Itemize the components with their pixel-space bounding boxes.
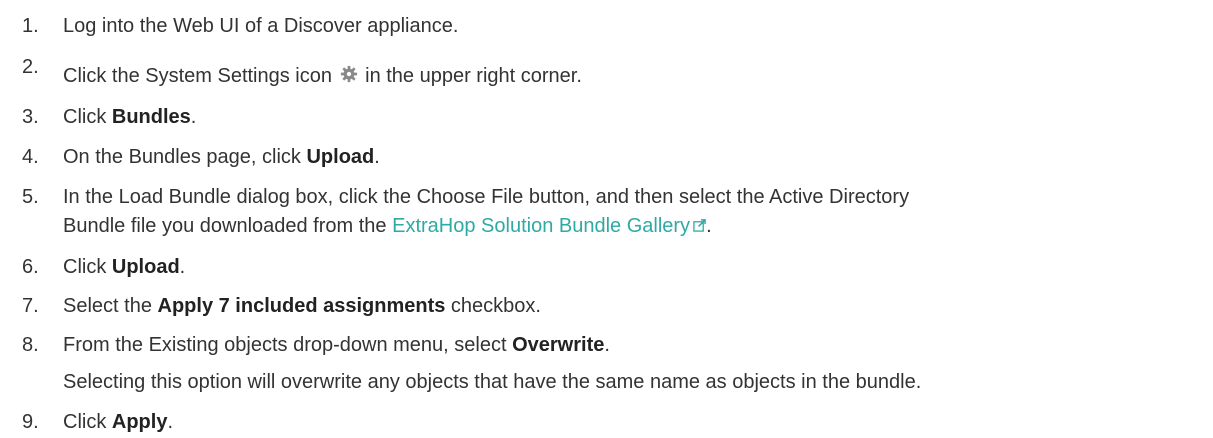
step-text: In the Load Bundle dialog box, click the…: [63, 181, 1203, 242]
step-text-after: .: [374, 146, 380, 168]
step-text-after: checkbox.: [445, 295, 541, 317]
step-text-before: On the Bundles page, click: [63, 146, 307, 168]
ui-label: Upload: [111, 256, 180, 278]
step-text: Select the Apply 7 included assignments …: [63, 290, 1203, 322]
step-text-before: Click the System Settings icon: [63, 65, 332, 87]
step-number: 8.: [22, 334, 39, 356]
step-text-line-1: In the Load Bundle dialog box, click the…: [63, 186, 910, 208]
step-text: Click Bundles.: [63, 101, 1203, 133]
step-text-after: .: [179, 256, 186, 278]
step-number: 5.: [22, 186, 39, 208]
step-text: On the Bundles page, click Upload.: [63, 141, 1203, 173]
ui-label: Apply 7 included assignments: [157, 295, 446, 317]
step-number: 6.: [22, 256, 39, 278]
step-text: Click the System Settings icon in the up…: [63, 60, 1203, 92]
gear-icon: [340, 61, 358, 83]
step-text-after: .: [706, 215, 712, 237]
external-link-icon[interactable]: [693, 210, 706, 232]
step-text-after: in the upper right corner.: [359, 65, 582, 87]
step-text-line-2: Bundle file you downloaded from the Extr…: [63, 210, 1203, 242]
step-text-after: .: [167, 411, 174, 433]
step-number: 3.: [22, 106, 39, 128]
step-text: From the Existing objects drop-down menu…: [63, 329, 1203, 361]
step-number: 4.: [22, 146, 39, 168]
step-text: Click Upload.: [63, 251, 1203, 283]
step-number: 2.: [22, 56, 39, 78]
bundle-gallery-link-text[interactable]: ExtraHop Solution Bundle Gallery: [392, 215, 690, 237]
step-text-before: Click: [63, 106, 112, 128]
step-text-after: .: [604, 334, 610, 356]
ui-label: Overwrite: [512, 334, 605, 356]
step-text-before: Select the: [63, 295, 158, 317]
step-text-after: .: [190, 106, 197, 128]
step-number: 1.: [22, 15, 39, 37]
ui-label: Apply: [111, 411, 168, 433]
bundle-gallery-link[interactable]: ExtraHop Solution Bundle Gallery: [392, 215, 706, 237]
step-text: Click Apply.: [63, 406, 1203, 438]
step-number: 7.: [22, 295, 39, 317]
step-number: 9.: [22, 411, 39, 433]
step-text-before: Bundle file you downloaded from the: [63, 215, 393, 237]
step-text-before: Click: [63, 411, 112, 433]
step-8-note: Selecting this option will overwrite any…: [63, 371, 922, 393]
step-text: Log into the Web UI of a Discover applia…: [63, 15, 459, 37]
ui-label: Upload: [306, 146, 375, 168]
ui-label: Bundles: [111, 106, 191, 128]
step-text-before: Click: [63, 256, 112, 278]
step-text-before: From the Existing objects drop-down menu…: [63, 334, 513, 356]
